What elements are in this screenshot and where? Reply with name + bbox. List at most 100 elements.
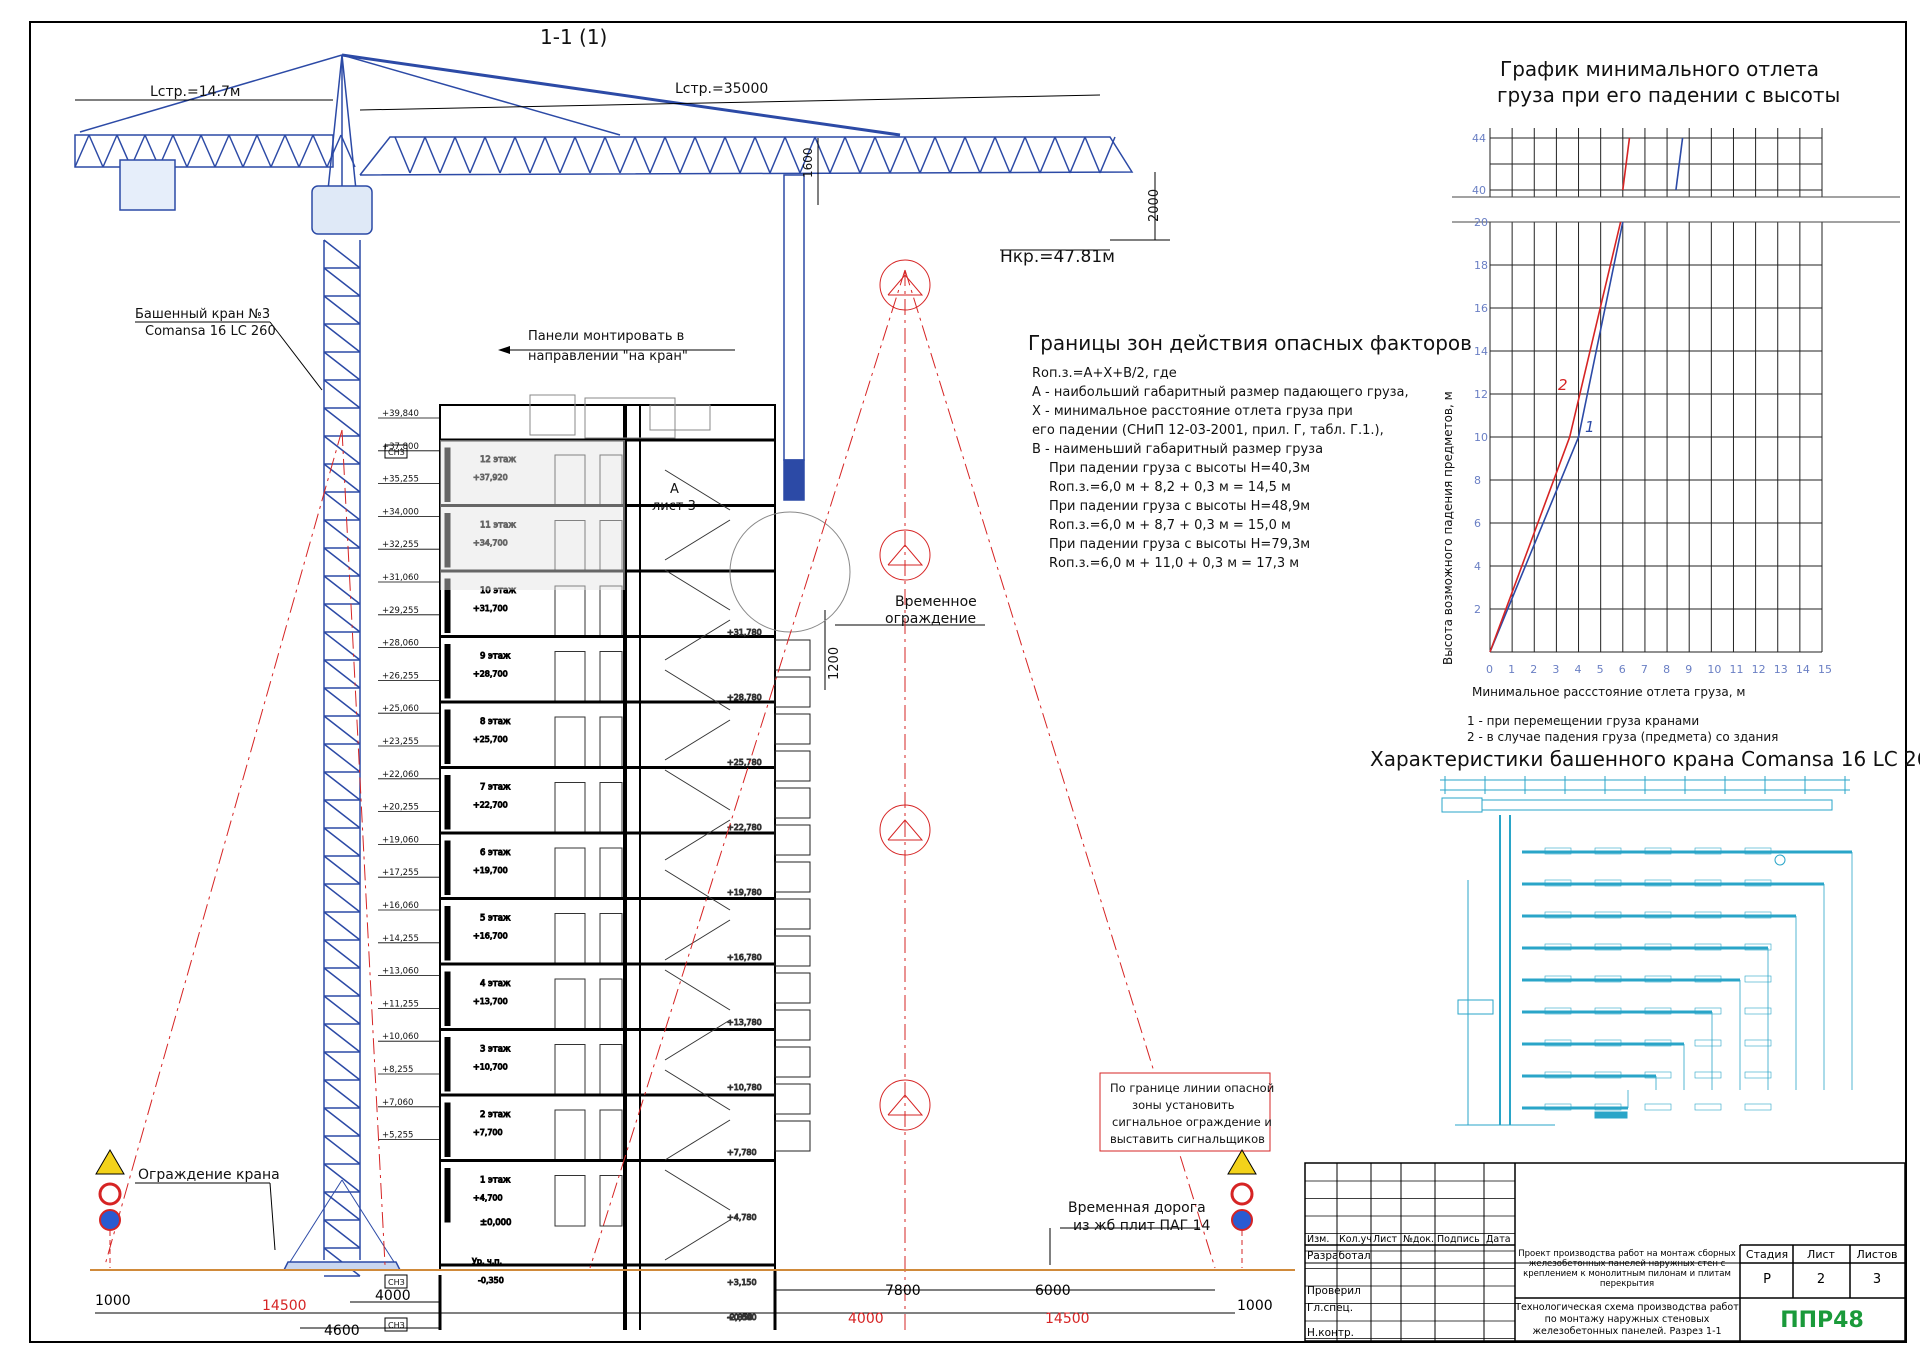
mast-brace xyxy=(323,883,361,913)
load-cell xyxy=(1694,1071,1722,1079)
level-mark: +34,000 xyxy=(382,507,419,517)
y-tick: 12 xyxy=(1474,388,1488,401)
y-tick: 10 xyxy=(1474,431,1488,444)
tb-header: №док. xyxy=(1403,1234,1434,1245)
x-tick: 6 xyxy=(1619,663,1626,676)
door xyxy=(554,913,586,965)
mast-brace xyxy=(323,687,361,717)
tb-sheets: 3 xyxy=(1873,1272,1881,1287)
counter-jib-brace xyxy=(214,134,230,168)
level-mark: +19,060 xyxy=(382,835,419,845)
jib-brace xyxy=(1024,136,1041,174)
mast-brace xyxy=(323,575,361,605)
mast-brace xyxy=(323,771,361,801)
facade-panel xyxy=(774,787,811,819)
mast-brace xyxy=(323,295,361,325)
jib-brace xyxy=(649,136,666,174)
counter-jib-brace xyxy=(88,134,104,168)
zone-line: При падении груза с высоты Н=48,9м xyxy=(1049,499,1310,514)
floor-mark: +28,700 xyxy=(473,670,508,679)
upper-floors-shade xyxy=(440,440,625,590)
mast-brace xyxy=(323,939,361,969)
floor-name: 6 этаж xyxy=(480,848,511,858)
tag: СНЗ xyxy=(388,448,405,457)
jib xyxy=(1481,799,1833,811)
jib-brace xyxy=(829,136,846,174)
zone-line: При падении груза с высоты Н=79,3м xyxy=(1049,537,1310,552)
counter-jib-brace xyxy=(270,134,286,168)
dim-4600: 4600 xyxy=(324,1323,360,1339)
tb-sheet-title: железобетонных панелей. Разрез 1-1 xyxy=(1532,1326,1721,1337)
floor-mark: +31,700 xyxy=(473,604,508,613)
stair-mark: +10,780 xyxy=(727,1083,762,1092)
x-tick: 10 xyxy=(1707,663,1721,676)
door xyxy=(554,978,586,1030)
facade-panel xyxy=(774,713,811,745)
stair-flight xyxy=(664,1169,731,1211)
jib-brace xyxy=(859,136,876,174)
mast-brace xyxy=(323,967,361,997)
level-mark: +20,255 xyxy=(382,803,419,813)
stair-mark: +4,780 xyxy=(727,1213,757,1222)
mast-brace xyxy=(323,323,361,353)
danger-note-2: зоны установить xyxy=(1132,1098,1235,1112)
hook-icon xyxy=(1774,854,1786,866)
stair-flight xyxy=(664,1219,731,1261)
tb-project: железобетонных панелей наружных стен с xyxy=(1529,1259,1726,1269)
jib-brace xyxy=(574,136,591,174)
zone-line: Rоп.з.=6,0 м + 8,7 + 0,3 м = 15,0 м xyxy=(1049,518,1291,533)
level-mark: +8,255 xyxy=(382,1065,413,1075)
x-tick: 3 xyxy=(1552,663,1559,676)
graph-ylabel: Высота возможного падения предметов, м xyxy=(1441,391,1455,665)
dim-6000: 6000 xyxy=(1035,1283,1071,1299)
load-cell xyxy=(1744,1071,1772,1079)
dim-1200: 1200 xyxy=(827,647,842,680)
mast-brace xyxy=(323,1079,361,1109)
floor-name: 2 этаж xyxy=(480,1110,511,1120)
graph-xlabel: Минимальное рассстояние отлета груза, м xyxy=(1472,685,1745,699)
y-tick: 20 xyxy=(1474,216,1488,229)
floor-mark: +4,700 xyxy=(473,1194,503,1203)
jib-brace xyxy=(724,136,741,174)
panel-joint xyxy=(444,1102,451,1157)
jib-brace xyxy=(739,136,756,174)
mast-brace xyxy=(323,1163,361,1193)
level-mark: +10,060 xyxy=(382,1032,419,1042)
facade-panel xyxy=(774,1120,811,1152)
level-mark: +14,255 xyxy=(382,934,419,944)
zone-line: Х - минимальное расстояние отлета груза … xyxy=(1032,404,1353,419)
zones-title: Границы зон действия опасных факторов xyxy=(1028,331,1472,355)
tb-header: Подпись xyxy=(1437,1234,1480,1245)
panels-note-2: направлении "на кран" xyxy=(528,349,688,364)
panel-joint xyxy=(444,971,451,1026)
mast-brace xyxy=(323,631,361,661)
jib-brace xyxy=(949,136,966,174)
y-tick: 18 xyxy=(1474,259,1488,272)
x-tick: 4 xyxy=(1575,663,1582,676)
door xyxy=(599,1044,623,1096)
stair-flight xyxy=(664,1019,731,1061)
load-cell xyxy=(1744,1039,1772,1047)
mast-brace xyxy=(323,379,361,409)
jib-brace xyxy=(934,136,951,174)
load-cell xyxy=(1744,1007,1772,1015)
zone-line: А - наибольший габаритный размер падающе… xyxy=(1032,385,1409,400)
mast-brace xyxy=(323,267,361,297)
jib-brace xyxy=(439,136,456,174)
jib-brace xyxy=(1039,136,1056,174)
stair-flight xyxy=(664,569,731,611)
jib-brace xyxy=(994,136,1011,174)
stair-flight xyxy=(664,769,731,811)
stair-mark: +7,780 xyxy=(727,1148,757,1157)
tb-role: Разработал xyxy=(1307,1250,1371,1262)
door xyxy=(554,1175,586,1227)
stair-mark: +19,780 xyxy=(727,888,762,897)
jib-brace xyxy=(394,136,411,174)
jib-brace xyxy=(529,136,546,174)
x-tick: 5 xyxy=(1597,663,1604,676)
jib-brace xyxy=(814,136,831,174)
mast-brace xyxy=(323,491,361,521)
counter-jib-brace xyxy=(256,134,272,168)
tb-project: Проект производства работ на монтаж сбор… xyxy=(1518,1249,1736,1259)
counter-jib-brace xyxy=(102,134,118,168)
